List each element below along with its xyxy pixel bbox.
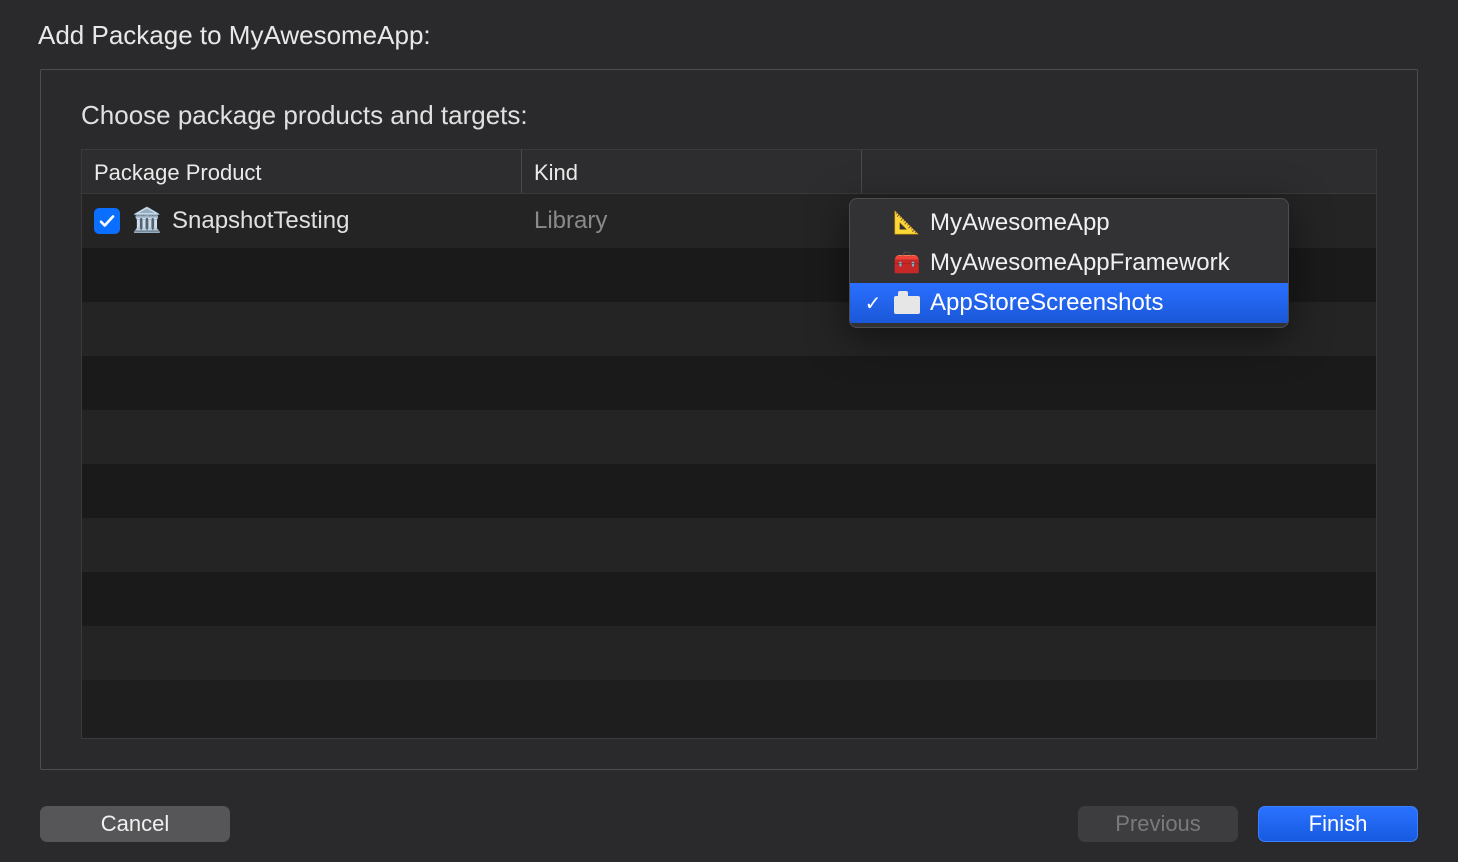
table-header: Package Product Kind <box>82 150 1376 194</box>
target-popover[interactable]: 📐 MyAwesomeApp 🧰 MyAwesomeAppFramework ✓… <box>849 198 1289 328</box>
product-checkbox[interactable] <box>94 208 120 234</box>
finish-button[interactable]: Finish <box>1258 806 1418 842</box>
dialog-buttons: Cancel Previous Finish <box>40 806 1418 842</box>
add-package-dialog: Add Package to MyAwesomeApp: Choose pack… <box>0 0 1458 862</box>
panel-subtitle: Choose package products and targets: <box>81 100 1377 131</box>
table-row <box>82 518 1376 572</box>
table-row <box>82 464 1376 518</box>
column-header-kind[interactable]: Kind <box>522 150 862 193</box>
dialog-title: Add Package to MyAwesomeApp: <box>38 20 1418 51</box>
cell-product: 🏛️ SnapshotTesting <box>82 207 522 235</box>
table-row <box>82 626 1376 680</box>
cell-kind: Library <box>522 207 862 235</box>
bundle-icon <box>894 290 920 316</box>
table-row <box>82 356 1376 410</box>
previous-button[interactable]: Previous <box>1078 806 1238 842</box>
table-row <box>82 410 1376 464</box>
checkmark-icon: ✓ <box>862 291 884 316</box>
popover-item-label: MyAwesomeApp <box>930 209 1110 237</box>
product-name: SnapshotTesting <box>172 207 349 235</box>
main-panel: Choose package products and targets: Pac… <box>40 69 1418 770</box>
library-icon: 🏛️ <box>132 209 160 233</box>
framework-icon: 🧰 <box>894 250 920 276</box>
cancel-button[interactable]: Cancel <box>40 806 230 842</box>
right-button-group: Previous Finish <box>1078 806 1418 842</box>
table-row <box>82 572 1376 626</box>
popover-item-label: MyAwesomeAppFramework <box>930 249 1230 277</box>
popover-item-bundle[interactable]: ✓ AppStoreScreenshots <box>850 283 1288 323</box>
popover-item-framework[interactable]: 🧰 MyAwesomeAppFramework <box>850 243 1288 283</box>
column-header-product[interactable]: Package Product <box>82 150 522 193</box>
column-header-target[interactable] <box>862 150 1376 193</box>
popover-item-label: AppStoreScreenshots <box>930 289 1163 317</box>
app-icon: 📐 <box>894 210 920 236</box>
popover-item-app[interactable]: 📐 MyAwesomeApp <box>850 203 1288 243</box>
